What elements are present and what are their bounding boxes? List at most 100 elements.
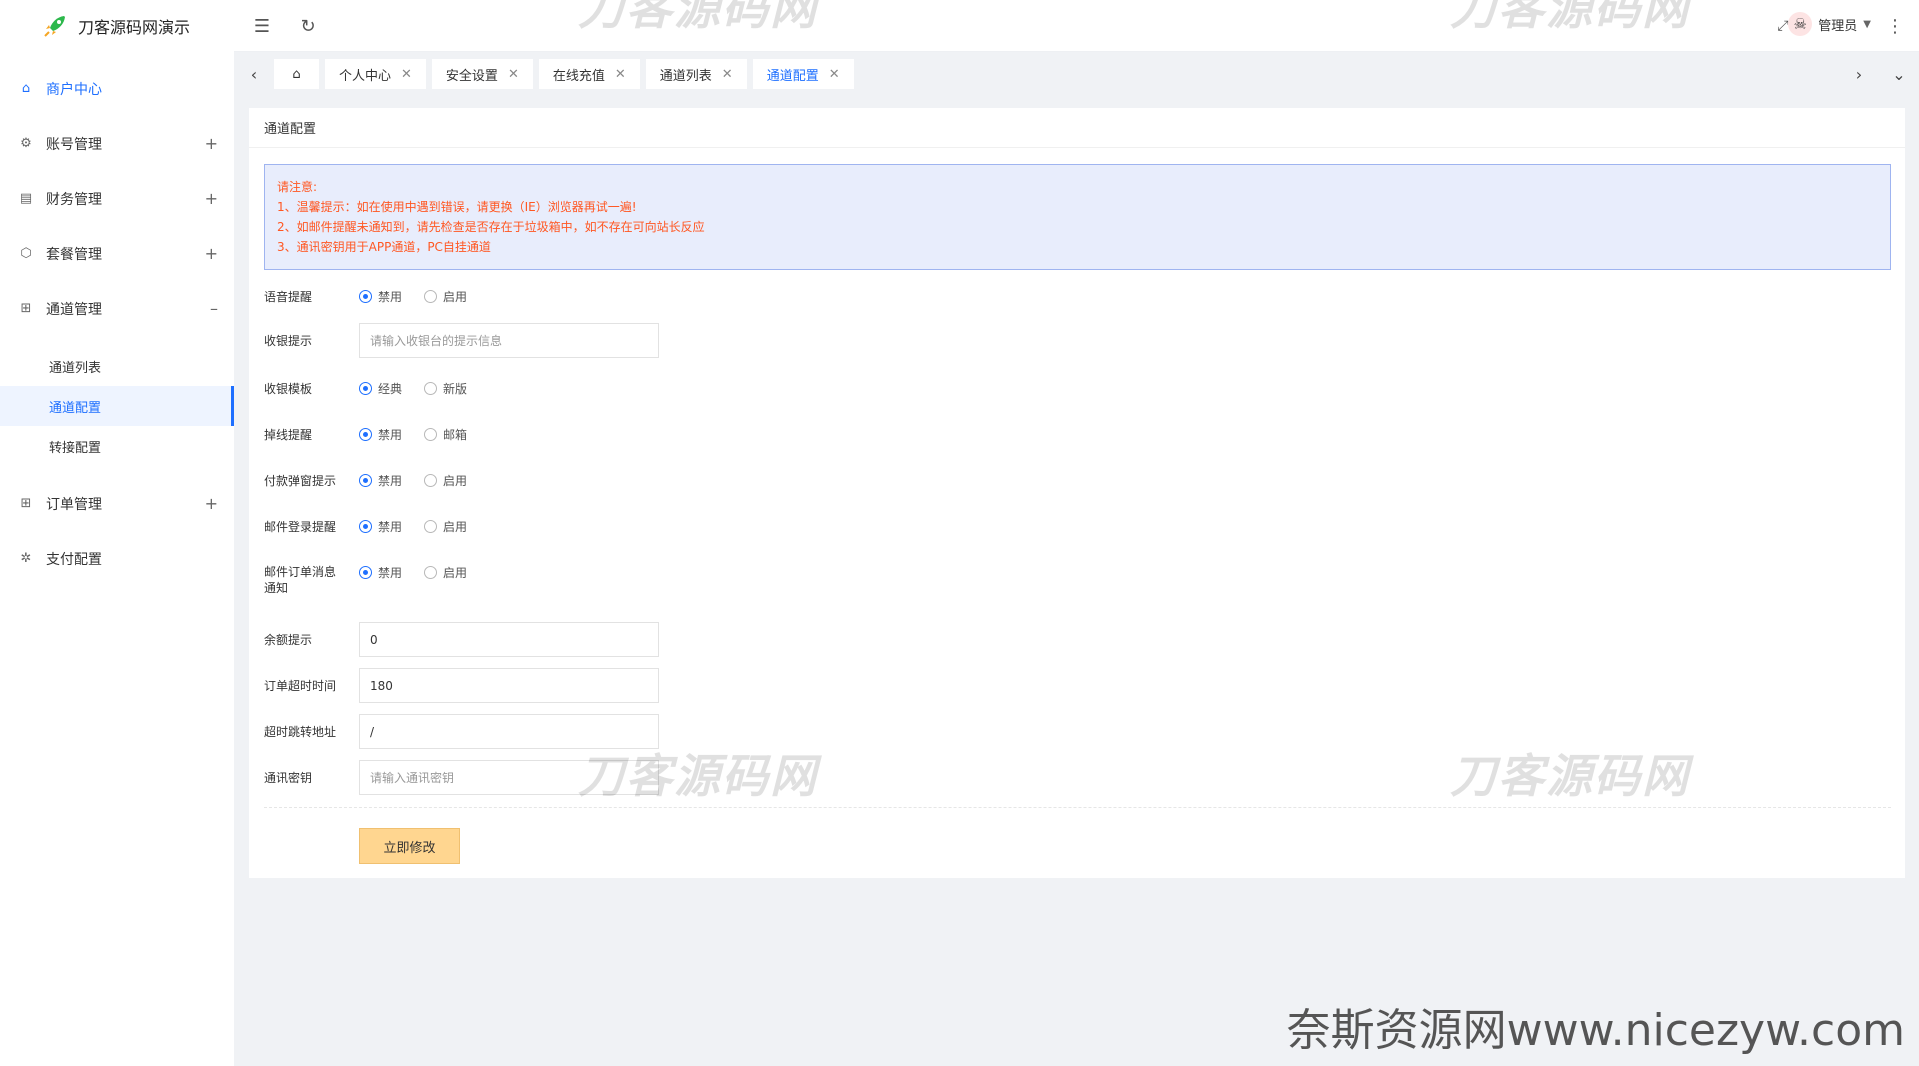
user-name: 管理员 bbox=[1818, 18, 1858, 34]
gear-icon: ⚙ bbox=[20, 136, 32, 151]
tabs: ⌂ 个人中心 ✕ 安全设置 ✕ 在线充值 ✕ 通道列表 ✕ 通道配置 ✕ bbox=[274, 59, 854, 89]
card-title: 通道配置 bbox=[249, 108, 1905, 148]
watermark-text: 刀客源码网 bbox=[1450, 0, 1690, 35]
radio-label: 禁用 bbox=[378, 428, 403, 442]
mail-order-row: 邮件订单消息通知 禁用 启用 bbox=[264, 564, 489, 596]
sidebar-item-label: 套餐管理 bbox=[46, 246, 102, 263]
radio-unchecked-icon bbox=[424, 566, 438, 579]
radio-checked-icon bbox=[359, 428, 372, 441]
order-timeout-input[interactable] bbox=[359, 668, 659, 703]
watermark-text: 刀客源码网 bbox=[578, 0, 818, 35]
sidebar-item-merchant-center[interactable]: ⌂ 商户中心 bbox=[0, 61, 234, 116]
radio-unchecked-icon bbox=[424, 382, 438, 395]
close-icon[interactable]: ✕ bbox=[829, 67, 840, 82]
radio-label: 启用 bbox=[443, 520, 468, 534]
sidebar-subitem-channel-config[interactable]: 通道配置 bbox=[0, 386, 234, 426]
mail-login-enable-radio[interactable]: 启用 bbox=[424, 518, 467, 535]
notice-line: 1、温馨提示：如在使用中遇到错误，请更换（IE）浏览器再试一遍! bbox=[277, 200, 637, 214]
radio-label: 禁用 bbox=[378, 520, 403, 534]
more-vertical-icon[interactable]: ⋮ bbox=[1883, 14, 1907, 38]
menu-fold-icon[interactable]: ☰ bbox=[250, 14, 274, 38]
popup-enable-radio[interactable]: 启用 bbox=[424, 472, 467, 489]
radio-checked-icon bbox=[359, 520, 372, 533]
radio-label: 禁用 bbox=[378, 474, 403, 488]
voice-enable-radio[interactable]: 启用 bbox=[424, 288, 467, 305]
field-label: 收银模板 bbox=[264, 381, 313, 396]
mail-order-enable-radio[interactable]: 启用 bbox=[424, 564, 467, 581]
field-label: 通讯密钥 bbox=[264, 770, 313, 785]
expand-plus-icon: + bbox=[204, 134, 218, 153]
payment-popup-row: 付款弹窗提示 禁用 启用 bbox=[264, 472, 489, 489]
home-icon: ⌂ bbox=[21, 81, 31, 96]
sidebar-item-finance[interactable]: ▤ 财务管理 + bbox=[0, 171, 234, 226]
close-icon[interactable]: ✕ bbox=[722, 67, 733, 82]
offline-email-radio[interactable]: 邮箱 bbox=[424, 426, 467, 443]
tab-bar: ‹ ⌂ 个人中心 ✕ 安全设置 ✕ 在线充值 ✕ 通道列表 ✕ 通道配置 ✕ ›… bbox=[234, 52, 1919, 96]
sidebar-subitem-transfer-config[interactable]: 转接配置 bbox=[0, 426, 234, 466]
notice-box: 请注意: 1、温馨提示：如在使用中遇到错误，请更换（IE）浏览器再试一遍! 2、… bbox=[264, 164, 1891, 270]
sidebar-item-label: 订单管理 bbox=[46, 496, 102, 513]
mail-order-disable-radio[interactable]: 禁用 bbox=[359, 564, 402, 581]
tab-channel-list[interactable]: 通道列表 ✕ bbox=[645, 59, 747, 89]
close-icon[interactable]: ✕ bbox=[401, 67, 412, 82]
sidebar-item-label: 财务管理 bbox=[46, 191, 102, 208]
tab-security[interactable]: 安全设置 ✕ bbox=[431, 59, 533, 89]
sidebar-item-channel[interactable]: ⊞ 通道管理 – bbox=[0, 281, 234, 336]
caret-down-icon: ▼ bbox=[1863, 18, 1871, 30]
rocket-logo-icon bbox=[44, 16, 65, 37]
radio-checked-icon bbox=[359, 290, 372, 303]
tab-scroll-left-icon[interactable]: ‹ bbox=[242, 62, 266, 86]
tab-scroll-right-icon[interactable]: › bbox=[1847, 62, 1871, 86]
balance-tip-input[interactable] bbox=[359, 622, 659, 657]
radio-label: 启用 bbox=[443, 566, 468, 580]
radio-label: 经典 bbox=[378, 382, 403, 396]
template-classic-radio[interactable]: 经典 bbox=[359, 380, 402, 397]
sidebar-item-account[interactable]: ⚙ 账号管理 + bbox=[0, 116, 234, 171]
sidebar-item-label: 通道管理 bbox=[46, 301, 102, 318]
field-label: 掉线提醒 bbox=[264, 427, 313, 442]
radio-checked-icon bbox=[359, 382, 372, 395]
notice-line: 2、如邮件提醒未通知到，请先检查是否存在于垃圾箱中，如不存在可向站长反应 bbox=[277, 220, 705, 234]
wallet-icon: ▤ bbox=[19, 191, 33, 206]
expand-plus-icon: + bbox=[204, 244, 218, 263]
order-timeout-row: 订单超时时间 bbox=[264, 668, 659, 703]
radio-unchecked-icon bbox=[424, 520, 438, 533]
tab-label: 通道列表 bbox=[659, 68, 712, 84]
refresh-icon[interactable]: ↻ bbox=[296, 14, 320, 38]
sidebar-item-label: 账号管理 bbox=[46, 136, 102, 153]
tab-recharge[interactable]: 在线充值 ✕ bbox=[538, 59, 640, 89]
tab-label: 个人中心 bbox=[339, 68, 392, 84]
radio-checked-icon bbox=[359, 474, 372, 487]
tab-channel-config[interactable]: 通道配置 ✕ bbox=[752, 59, 854, 89]
voice-disable-radio[interactable]: 禁用 bbox=[359, 288, 402, 305]
expand-plus-icon: + bbox=[204, 494, 218, 513]
tab-personal-center[interactable]: 个人中心 ✕ bbox=[325, 59, 426, 89]
radio-label: 禁用 bbox=[378, 290, 403, 304]
popup-disable-radio[interactable]: 禁用 bbox=[359, 472, 402, 489]
user-menu[interactable]: ☠ 管理员 ▼ bbox=[1788, 12, 1871, 36]
submit-button[interactable]: 立即修改 bbox=[359, 828, 460, 864]
offline-reminder-row: 掉线提醒 禁用 邮箱 bbox=[264, 426, 489, 443]
mail-login-disable-radio[interactable]: 禁用 bbox=[359, 518, 402, 535]
sidebar-item-package[interactable]: ⬡ 套餐管理 + bbox=[0, 226, 234, 281]
field-label: 邮件登录提醒 bbox=[264, 519, 337, 534]
offline-disable-radio[interactable]: 禁用 bbox=[359, 426, 402, 443]
sidebar-item-order[interactable]: ⊞ 订单管理 + bbox=[0, 476, 234, 531]
expand-plus-icon: + bbox=[204, 189, 218, 208]
cube-icon: ⬡ bbox=[20, 246, 32, 261]
field-label: 收银提示 bbox=[264, 333, 313, 348]
field-label: 订单超时时间 bbox=[264, 678, 337, 693]
home-icon: ⌂ bbox=[292, 66, 301, 82]
close-icon[interactable]: ✕ bbox=[508, 67, 519, 82]
template-new-radio[interactable]: 新版 bbox=[424, 380, 467, 397]
tab-home[interactable]: ⌂ bbox=[274, 59, 319, 89]
notice-line: 3、通讯密钥用于APP通道，PC自挂通道 bbox=[277, 240, 491, 254]
close-icon[interactable]: ✕ bbox=[615, 67, 626, 82]
grid-icon: ⊞ bbox=[20, 301, 32, 316]
sidebar-item-payment-config[interactable]: ✲ 支付配置 bbox=[0, 531, 234, 586]
sidebar-item-label: 支付配置 bbox=[46, 551, 102, 568]
sidebar-subitem-channel-list[interactable]: 通道列表 bbox=[0, 346, 234, 386]
tab-dropdown-icon[interactable]: ⌄ bbox=[1887, 62, 1911, 86]
cashier-tip-input[interactable] bbox=[359, 323, 659, 358]
brand[interactable]: 刀客源码网演示 bbox=[0, 0, 234, 52]
